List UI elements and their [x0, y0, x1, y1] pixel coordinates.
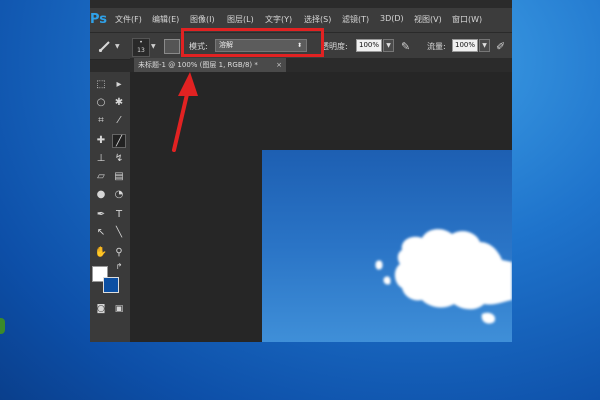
hand-tool-icon[interactable]: ✋ [94, 246, 108, 260]
opacity-dropdown-button[interactable]: ▼ [383, 39, 394, 52]
cloud-image [375, 229, 512, 324]
clone-stamp-tool-icon[interactable]: ⊥ [94, 152, 108, 166]
history-brush-tool-icon[interactable]: ↯ [112, 152, 126, 166]
flow-input[interactable]: 100% [452, 39, 478, 52]
menu-view[interactable]: 视图(V) [414, 14, 442, 25]
ps-logo: Ps [90, 12, 108, 27]
brush-tool-icon[interactable]: ╱ [112, 134, 126, 148]
menu-edit[interactable]: 编辑(E) [152, 14, 179, 25]
tools-panel: ⬚ ▸ ○ ✱ ⌗ ⁄ ✚ ╱ ⊥ ↯ ▱ ▤ ● ◔ ✒ T ↖ ╲ ✋ ⚲ … [90, 72, 130, 342]
dodge-tool-icon[interactable]: ◔ [112, 188, 126, 202]
flow-label: 流量: [427, 42, 446, 51]
pressure-opacity-icon[interactable]: ✎ [401, 40, 410, 53]
swap-colors-icon[interactable]: ↱ [112, 260, 126, 274]
brush-size-picker[interactable]: • 13 [132, 38, 150, 57]
photoshop-window: Ps 文件(F) 编辑(E) 图像(I) 图层(L) 文字(Y) 选择(S) 滤… [90, 0, 512, 342]
brush-size-dropdown-icon[interactable]: ▼ [151, 43, 156, 50]
close-icon[interactable]: × [276, 58, 282, 72]
line-tool-icon[interactable]: ╲ [112, 226, 126, 240]
mode-highlight-box [181, 28, 324, 57]
menu-window[interactable]: 窗口(W) [452, 14, 482, 25]
marquee-tool-icon[interactable]: ⬚ [94, 78, 108, 92]
zoom-tool-icon[interactable]: ⚲ [112, 246, 126, 260]
opacity-input[interactable]: 100% [356, 39, 382, 52]
gradient-tool-icon[interactable]: ▤ [112, 170, 126, 184]
brush-preset-dropdown-icon[interactable]: ▼ [115, 43, 120, 50]
menu-select[interactable]: 选择(S) [304, 14, 331, 25]
document-tab[interactable]: 未标题-1 @ 100% (图层 1, RGB/8) * × [134, 58, 286, 72]
blur-tool-icon[interactable]: ● [94, 188, 108, 202]
eyedropper-tool-icon[interactable]: ⁄ [112, 114, 126, 128]
eraser-tool-icon[interactable]: ▱ [94, 170, 108, 184]
quick-mask-icon[interactable]: ◙ [94, 302, 108, 316]
brush-dot-icon: • [139, 39, 143, 46]
menu-filter[interactable]: 滤镜(T) [342, 14, 369, 25]
document-canvas[interactable] [262, 150, 512, 342]
background-color-swatch[interactable] [103, 277, 119, 293]
airbrush-icon[interactable]: ✐ [496, 40, 505, 53]
healing-brush-tool-icon[interactable]: ✚ [94, 134, 108, 148]
magic-wand-tool-icon[interactable]: ✱ [112, 96, 126, 110]
brush-panel-toggle-button[interactable] [164, 39, 180, 54]
pen-tool-icon[interactable]: ✒ [94, 208, 108, 222]
lasso-tool-icon[interactable]: ○ [94, 96, 108, 110]
menu-3d[interactable]: 3D(D) [380, 14, 404, 23]
brush-preset-icon[interactable] [98, 40, 112, 52]
screen-mode-icon[interactable]: ▣ [112, 302, 126, 316]
move-tool-icon[interactable]: ▸ [112, 78, 126, 92]
path-selection-tool-icon[interactable]: ↖ [94, 226, 108, 240]
menu-file[interactable]: 文件(F) [115, 14, 142, 25]
brush-size-value: 13 [137, 47, 145, 54]
opacity-label: 透明度: [321, 42, 348, 51]
document-tab-row: 未标题-1 @ 100% (图层 1, RGB/8) * × [130, 58, 512, 72]
type-tool-icon[interactable]: T [112, 208, 126, 222]
menu-type[interactable]: 文字(Y) [265, 14, 292, 25]
desktop-icon-fragment [0, 318, 5, 334]
flow-dropdown-button[interactable]: ▼ [479, 39, 490, 52]
menu-layer[interactable]: 图层(L) [227, 14, 254, 25]
menu-image[interactable]: 图像(I) [190, 14, 215, 25]
document-tab-title: 未标题-1 @ 100% (图层 1, RGB/8) * [138, 61, 258, 69]
crop-tool-icon[interactable]: ⌗ [94, 114, 108, 128]
